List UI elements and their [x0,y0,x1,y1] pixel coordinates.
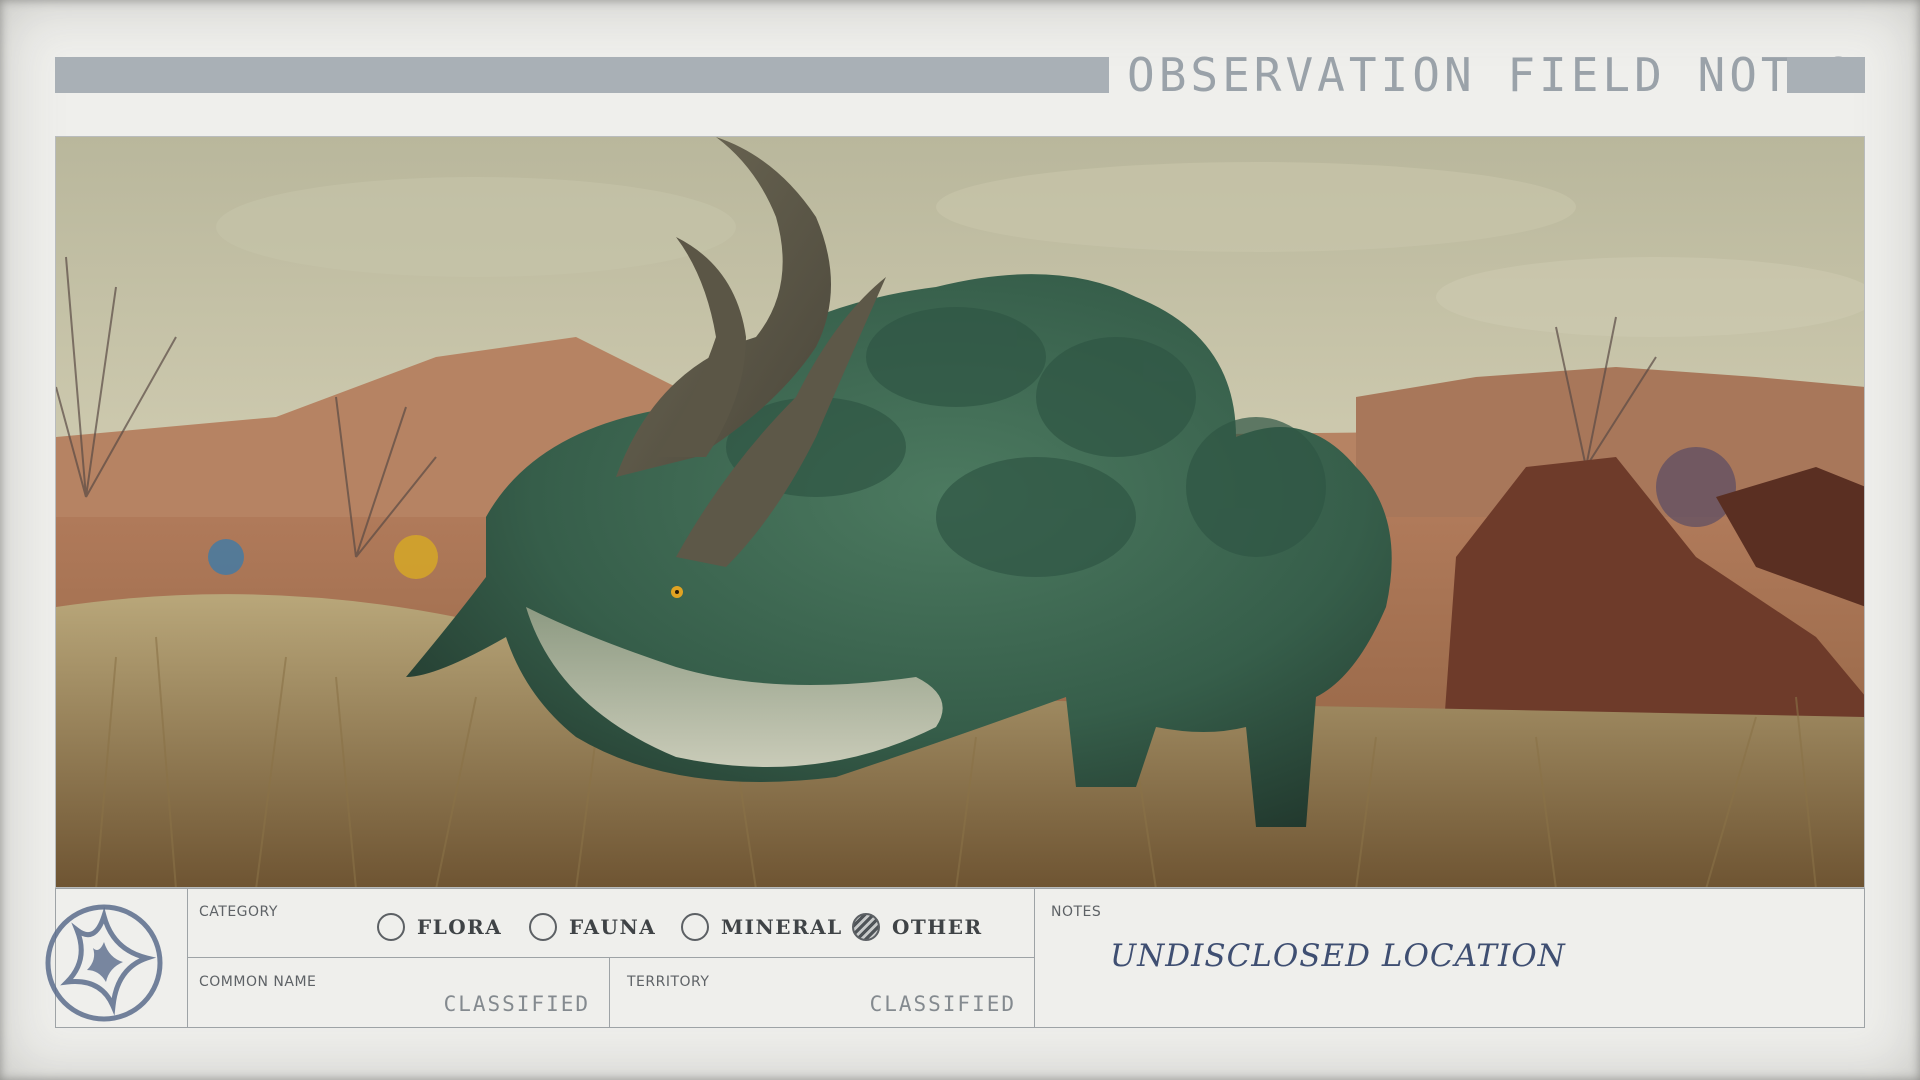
common-name-label: COMMON NAME [199,974,317,990]
divider-logo [187,888,188,1028]
field-notes-card: OBSERVATION FIELD NOTES CATEGORY FLORA F… [0,0,1920,1080]
category-option-flora[interactable]: FLORA [377,910,502,944]
option-label-mineral: MINERAL [721,915,843,939]
divider-row [187,957,1034,958]
header-bar-right [1787,57,1865,93]
divider-notes [1034,888,1035,1028]
star-emblem-icon [43,902,165,1024]
category-option-mineral[interactable]: MINERAL [681,910,843,944]
divider-fields [609,957,610,1028]
page-title: OBSERVATION FIELD NOTES [1127,48,1856,102]
category-option-fauna[interactable]: FAUNA [529,910,656,944]
common-name-value: CLASSIFIED [443,992,590,1016]
radio-flora[interactable] [377,913,405,941]
header-bar-left [55,57,1109,93]
radio-mineral[interactable] [681,913,709,941]
territory-label: TERRITORY [627,974,710,990]
option-label-flora: FLORA [417,915,503,939]
territory-value: CLASSIFIED [869,992,1016,1016]
option-label-fauna: FAUNA [569,915,657,939]
notes-handwritten-text: UNDISCLOSED LOCATION [1110,938,1566,974]
notes-label: NOTES [1051,904,1102,920]
category-label: CATEGORY [199,904,278,920]
radio-fauna[interactable] [529,913,557,941]
creature-photo [55,136,1865,888]
horned-creature-photo [56,137,1864,887]
category-option-other[interactable]: OTHER [852,910,983,944]
option-label-other: OTHER [892,915,983,939]
radio-other-selected[interactable] [852,913,880,941]
